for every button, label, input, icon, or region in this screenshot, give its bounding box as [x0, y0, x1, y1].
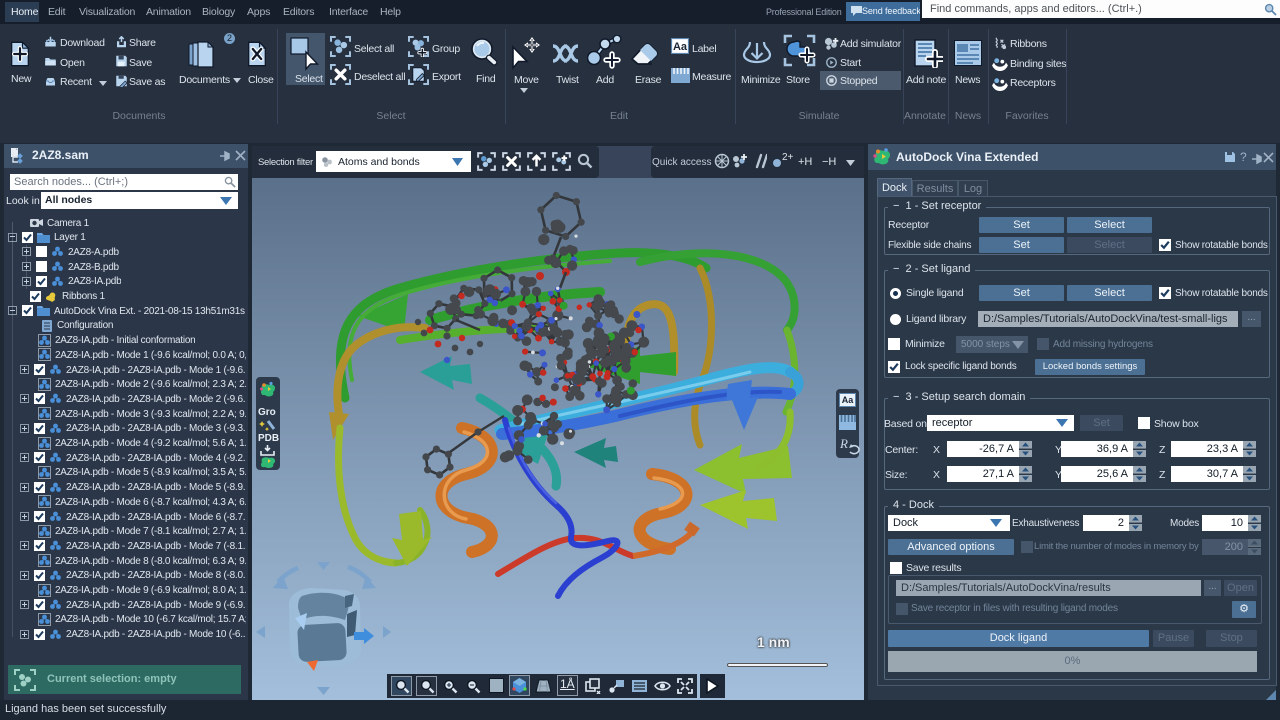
svg-text:Aa: Aa	[673, 41, 688, 53]
svg-text:2+: 2+	[782, 152, 793, 163]
